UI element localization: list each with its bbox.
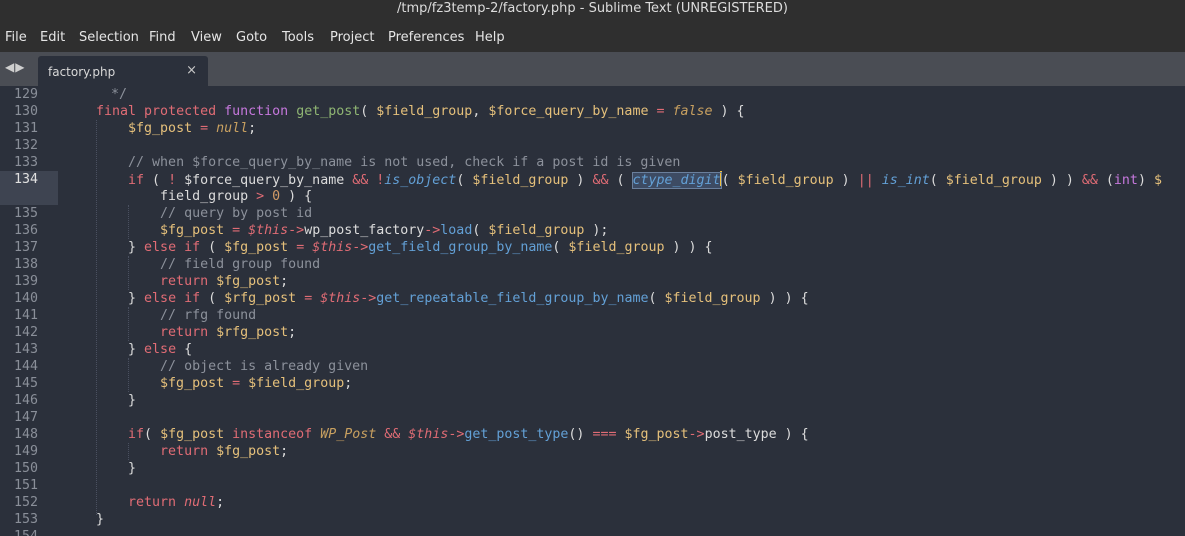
code-line: } xyxy=(96,461,137,476)
line-number: 135 xyxy=(14,206,39,221)
menu-bar: File Edit Selection Find View Goto Tools… xyxy=(0,22,1185,52)
line-number: 136 xyxy=(14,223,39,238)
code-line: } else if ( $fg_post = $this->get_field_… xyxy=(96,240,713,255)
line-number: 138 xyxy=(14,257,39,272)
code-editor[interactable]: 129 130 131 132 133 134 135 136 137 138 … xyxy=(0,86,1185,536)
code-line: field_group > 0 ) { xyxy=(96,189,313,204)
line-number: 145 xyxy=(14,376,39,391)
line-number: 143 xyxy=(14,342,39,357)
code-line: // when $force_query_by_name is not used… xyxy=(128,155,681,170)
line-number: 147 xyxy=(14,410,39,425)
line-number: 151 xyxy=(14,478,39,493)
line-number-active: 134 xyxy=(14,172,39,187)
code-line: if( $fg_post instanceof WP_Post && $this… xyxy=(128,427,809,442)
line-number: 133 xyxy=(14,155,39,170)
code-line: } xyxy=(96,512,105,527)
tab-label: factory.php xyxy=(48,65,116,79)
code-line: $fg_post = null; xyxy=(128,121,257,136)
line-number: 146 xyxy=(14,393,39,408)
code-line: */ xyxy=(103,87,128,102)
code-line: return $rfg_post; xyxy=(160,325,297,340)
window-title: /tmp/fz3temp-2/factory.php - Sublime Tex… xyxy=(397,1,788,16)
menu-edit[interactable]: Edit xyxy=(40,30,65,45)
code-line: $fg_post = $field_group; xyxy=(160,376,353,391)
menu-file[interactable]: File xyxy=(5,30,27,45)
line-number: 149 xyxy=(14,444,39,459)
line-number: 129 xyxy=(14,87,39,102)
code-line: } xyxy=(96,393,137,408)
line-number: 132 xyxy=(14,138,39,153)
line-number-gutter: 129 130 131 132 133 134 135 136 137 138 … xyxy=(0,86,58,536)
line-number: 152 xyxy=(14,495,39,510)
menu-project[interactable]: Project xyxy=(330,30,374,45)
menu-selection[interactable]: Selection xyxy=(79,30,139,45)
line-number: 137 xyxy=(14,240,39,255)
code-line: } else if ( $rfg_post = $this->get_repea… xyxy=(96,291,809,306)
line-number: 153 xyxy=(14,512,39,527)
code-line: return $fg_post; xyxy=(160,444,289,459)
line-number: 148 xyxy=(14,427,39,442)
menu-goto[interactable]: Goto xyxy=(236,30,267,45)
line-number: 130 xyxy=(14,104,39,119)
tab-factory-php[interactable]: factory.php × xyxy=(38,56,208,86)
code-line: return $fg_post; xyxy=(160,274,289,289)
code-line: // rfg found xyxy=(160,308,257,323)
code-line: } else { xyxy=(96,342,193,357)
line-number: 150 xyxy=(14,461,39,476)
line-number: 131 xyxy=(14,121,39,136)
code-line-active: if ( ! $force_query_by_name && !is_objec… xyxy=(128,171,1162,189)
code-line: $fg_post = $this->wp_post_factory->load(… xyxy=(160,223,609,238)
close-icon[interactable]: × xyxy=(186,63,197,78)
code-line: return null; xyxy=(128,495,225,510)
tab-back-icon[interactable]: ◀ xyxy=(5,60,15,74)
tab-bar: ◀▶ factory.php × xyxy=(0,52,1185,86)
window-titlebar: /tmp/fz3temp-2/factory.php - Sublime Tex… xyxy=(0,0,1185,22)
line-number: 142 xyxy=(14,325,39,340)
code-line: final protected function get_post( $fiel… xyxy=(96,104,745,119)
menu-view[interactable]: View xyxy=(191,30,222,45)
line-number: 154 xyxy=(14,528,40,536)
code-line: // query by post id xyxy=(160,206,313,221)
tab-nav-arrows: ◀▶ xyxy=(5,60,25,74)
code-line: // field group found xyxy=(160,257,321,272)
menu-find[interactable]: Find xyxy=(149,30,176,45)
menu-tools[interactable]: Tools xyxy=(282,30,314,45)
line-number: 139 xyxy=(14,274,39,289)
tab-forward-icon[interactable]: ▶ xyxy=(15,60,25,74)
line-number: 144 xyxy=(14,359,39,374)
line-number: 140 xyxy=(14,291,39,306)
code-line: // object is already given xyxy=(160,359,369,374)
menu-help[interactable]: Help xyxy=(475,30,505,45)
menu-preferences[interactable]: Preferences xyxy=(388,30,464,45)
line-number: 141 xyxy=(14,308,39,323)
